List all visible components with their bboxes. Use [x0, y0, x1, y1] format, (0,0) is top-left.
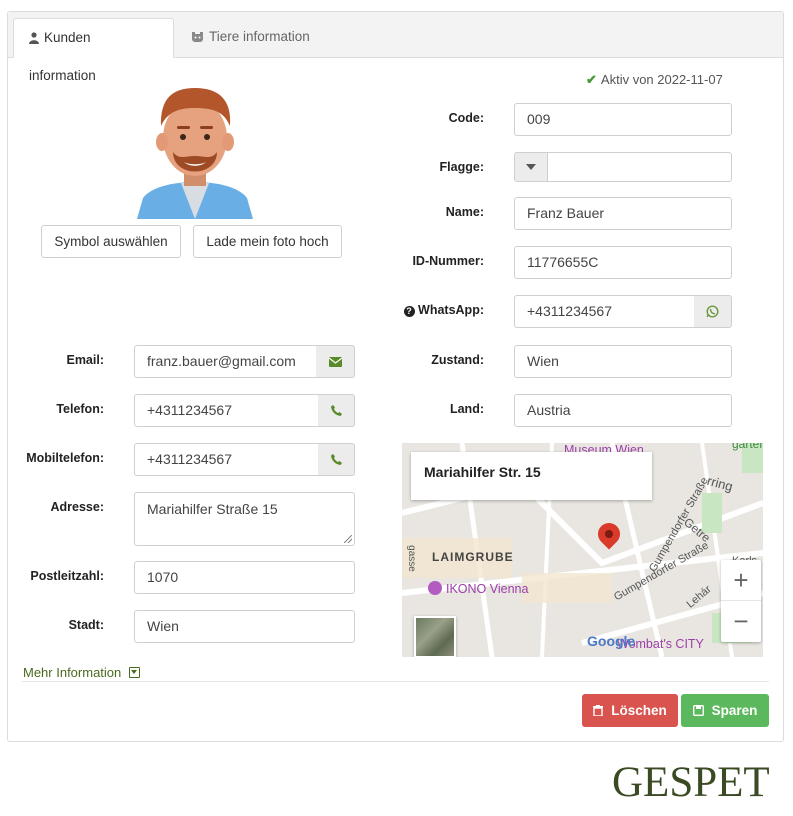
- country-label: Land:: [449, 402, 484, 416]
- address-label: Adresse:: [50, 500, 105, 514]
- delete-label: Löschen: [611, 703, 667, 718]
- upload-photo-button[interactable]: Lade mein foto hoch: [193, 225, 342, 258]
- envelope-icon: [328, 356, 342, 367]
- whatsapp-label-text: WhatsApp:: [418, 303, 484, 317]
- status-text: Aktiv von 2022-11-07: [600, 72, 723, 87]
- tab-bar: Kunden information Tiere information: [8, 12, 783, 83]
- caret-square-down-icon: [128, 667, 140, 678]
- map[interactable]: Museum Wien IKONO Vienna LAIMGRUBE Gumpe…: [402, 443, 763, 657]
- more-information-toggle[interactable]: Mehr Information: [23, 665, 140, 680]
- resize-handle-icon[interactable]: [344, 535, 352, 543]
- gespet-logo: GESPET: [612, 759, 770, 806]
- trash-icon: [593, 705, 604, 716]
- map-satellite-toggle[interactable]: [414, 616, 456, 657]
- tab-animal-label: Tiere information: [209, 29, 310, 44]
- email-label: Email:: [66, 353, 104, 367]
- zoom-in-button[interactable]: +: [721, 560, 761, 601]
- paw-icon: [192, 32, 203, 42]
- map-zoom-control: + −: [721, 560, 761, 642]
- whatsapp-button[interactable]: [694, 295, 732, 328]
- zoom-out-button[interactable]: −: [721, 601, 761, 641]
- whatsapp-field[interactable]: +4311234567: [514, 295, 695, 328]
- state-field[interactable]: Wien: [514, 345, 732, 378]
- status-active: ✔ Aktiv von 2022-11-07: [586, 72, 723, 88]
- code-field[interactable]: 009: [514, 103, 732, 136]
- map-fragment-gasse: gasse: [405, 545, 417, 572]
- save-icon: [692, 705, 704, 716]
- tab-animal-information[interactable]: Tiere information: [176, 18, 325, 57]
- city-label: Stadt:: [68, 618, 104, 632]
- tab-customer-information[interactable]: Kunden information: [13, 18, 174, 83]
- tab-customer-label: Kunden information: [29, 30, 96, 83]
- map-fragment-agarten: garten: [732, 443, 763, 451]
- phone-label: Telefon:: [56, 402, 104, 416]
- map-area-laimgrube: LAIMGRUBE: [432, 550, 514, 564]
- country-field[interactable]: Austria: [514, 394, 732, 427]
- phone-button[interactable]: [318, 394, 355, 427]
- choose-symbol-button[interactable]: Symbol auswählen: [41, 225, 181, 258]
- id-number-label: ID-Nummer:: [412, 254, 484, 268]
- mobile-field[interactable]: +4311234567: [134, 443, 319, 476]
- flag-dropdown-button[interactable]: [514, 152, 548, 182]
- mobile-phone-button[interactable]: [318, 443, 355, 476]
- name-field[interactable]: Franz Bauer: [514, 197, 732, 230]
- phone-icon: [330, 454, 342, 465]
- name-label: Name:: [445, 205, 484, 219]
- phone-field[interactable]: +4311234567: [134, 394, 319, 427]
- code-label: Code:: [448, 111, 484, 125]
- city-field[interactable]: Wien: [134, 610, 355, 643]
- whatsapp-label: ? WhatsApp:: [390, 303, 484, 317]
- state-label: Zustand:: [431, 353, 484, 367]
- id-number-field[interactable]: 11776655C: [514, 246, 732, 279]
- flag-label: Flagge:: [439, 160, 484, 174]
- save-label: Sparen: [711, 703, 758, 718]
- delete-button[interactable]: Löschen: [582, 694, 678, 727]
- divider: [22, 681, 769, 682]
- zip-field[interactable]: 1070: [134, 561, 355, 594]
- address-textarea[interactable]: Mariahilfer Straße 15: [134, 492, 355, 546]
- map-google-logo: Google: [587, 633, 636, 649]
- email-button[interactable]: [316, 345, 355, 378]
- phone-icon: [330, 405, 342, 416]
- question-circle-icon: ?: [403, 306, 415, 317]
- map-poi-ikono: IKONO Vienna: [428, 581, 528, 596]
- save-button[interactable]: Sparen: [681, 694, 769, 727]
- check-icon: ✔: [586, 72, 597, 87]
- caret-down-icon: [526, 164, 536, 170]
- email-field[interactable]: franz.bauer@gmail.com: [134, 345, 317, 378]
- avatar: [137, 86, 253, 219]
- map-infobox: Mariahilfer Str. 15: [411, 452, 652, 500]
- flag-field[interactable]: [547, 152, 732, 182]
- museum-icon: [428, 581, 442, 595]
- map-poi-ikono-label: IKONO Vienna: [446, 582, 529, 596]
- mobile-label: Mobiltelefon:: [26, 451, 104, 465]
- whatsapp-icon: [706, 305, 719, 318]
- zip-label: Postleitzahl:: [30, 569, 104, 583]
- more-information-label: Mehr Information: [23, 665, 122, 680]
- user-icon: [29, 32, 39, 44]
